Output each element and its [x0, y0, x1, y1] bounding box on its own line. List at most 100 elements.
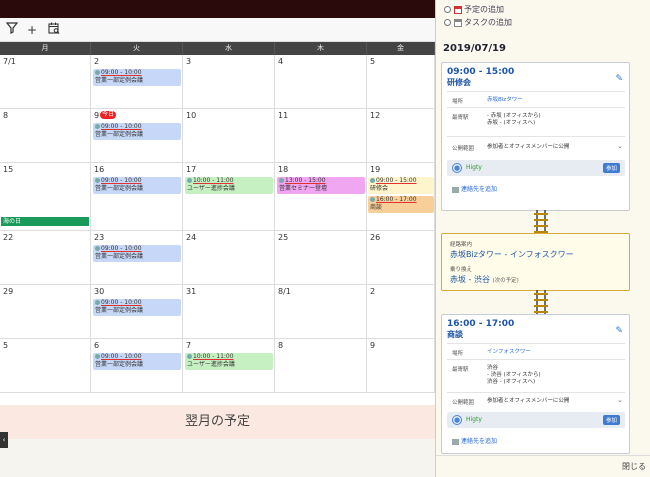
day-number: 31	[186, 287, 197, 296]
day-cell[interactable]: 25	[275, 231, 367, 285]
event-chip[interactable]: 09:00 - 10:00 営業一部定例会議	[93, 177, 181, 194]
place-link[interactable]: 赤坂Bizタワー	[487, 97, 523, 103]
edit-pencil-icon[interactable]: ✎	[615, 74, 623, 84]
event-chip[interactable]: 10:00 - 11:00 ユーザー進捗会議	[185, 353, 273, 370]
day-cell[interactable]: 5	[0, 339, 91, 393]
event-detail-card: 16:00 - 17:00 商談 ✎ 場所 インフォスクワー 最寄駅 渋谷 - …	[441, 314, 630, 454]
filter-icon[interactable]	[4, 22, 20, 38]
event-chip[interactable]: 09:00 - 10:00 営業一部定例会議	[93, 299, 181, 316]
route-value[interactable]: 赤坂Bizタワー - インフォスクワー	[450, 249, 574, 260]
place-link[interactable]: インフォスクワー	[487, 349, 531, 355]
visibility-label: 公開範囲	[452, 400, 475, 406]
join-button[interactable]: 参加	[602, 415, 620, 425]
station-to[interactable]: 渋谷 - (オフィスへ)	[487, 379, 541, 386]
divider	[447, 107, 625, 108]
station-from[interactable]: - 赤坂 (オフィスから)	[487, 113, 541, 120]
event-time-text: 09:00 - 15:00	[376, 177, 417, 184]
day-cell[interactable]: 2	[367, 285, 435, 339]
day-cell[interactable]: 17 10:00 - 11:00 ユーザー進捗会議	[183, 163, 275, 231]
day-number: 19	[370, 165, 381, 174]
transfer-row[interactable]: 赤坂 - 渋谷 (次の予定)	[450, 274, 519, 285]
avatar-icon: ●	[452, 415, 462, 425]
calendar-toolbar: +	[0, 18, 435, 42]
event-time: 09:00 - 10:00	[95, 245, 181, 253]
day-cell[interactable]: 23 09:00 - 10:00 営業一部定例会議	[91, 231, 183, 285]
day-number: 2	[370, 287, 376, 296]
event-dot-icon	[279, 178, 284, 183]
member-name[interactable]: Higty	[466, 416, 482, 423]
day-cell[interactable]: 9 今日 09:00 - 10:00 営業一部定例会議	[91, 109, 183, 163]
radio-icon	[444, 6, 451, 13]
day-cell[interactable]: 9	[367, 339, 435, 393]
calendar-icon	[454, 5, 462, 14]
day-cell[interactable]: 24	[183, 231, 275, 285]
day-cell[interactable]: 22	[0, 231, 91, 285]
add-schedule-label: 予定の追加	[464, 5, 504, 14]
day-cell[interactable]: 3	[183, 55, 275, 109]
plus-icon[interactable]: +	[24, 22, 40, 38]
contact-icon	[452, 438, 459, 445]
day-cell[interactable]: 8/1	[275, 285, 367, 339]
event-title: 営業一部定例会議	[95, 307, 144, 314]
event-chip[interactable]: 13:00 - 15:00 営業セミナー登壇	[277, 177, 365, 194]
day-cell[interactable]: 8	[0, 109, 91, 163]
day-cell[interactable]: 29	[0, 285, 91, 339]
day-number: 17	[186, 165, 197, 174]
station-to[interactable]: 赤坂 - (オフィスへ)	[487, 120, 541, 127]
event-chip[interactable]: 09:00 - 10:00 営業一部定例会議	[93, 353, 181, 370]
next-month-button[interactable]: 翌月の予定	[0, 405, 435, 439]
day-cell[interactable]: 30 09:00 - 10:00 営業一部定例会議	[91, 285, 183, 339]
day-cell[interactable]: 5	[367, 55, 435, 109]
day-number: 7	[186, 341, 192, 350]
event-chip[interactable]: 16:00 - 17:00 商談	[368, 196, 434, 213]
day-number: 15	[3, 165, 14, 174]
member-name[interactable]: Higty	[466, 164, 482, 171]
add-schedule-option[interactable]: 予定の追加	[444, 4, 504, 15]
close-button[interactable]: 閉じる	[622, 461, 646, 472]
holiday-label[interactable]: 海の日	[1, 217, 89, 226]
event-title[interactable]: 研修会	[447, 77, 471, 88]
day-number: 6	[94, 341, 100, 350]
day-cell[interactable]: 26	[367, 231, 435, 285]
day-cell[interactable]: 19 09:00 - 15:00 研修会 16:00 - 17:00 商談	[367, 163, 435, 231]
day-number: 7/1	[3, 57, 16, 66]
contact-icon	[452, 186, 459, 193]
calendar-search-icon[interactable]	[46, 22, 62, 38]
day-number: 18	[278, 165, 289, 174]
day-cell[interactable]: 4	[275, 55, 367, 109]
day-cell[interactable]: 11	[275, 109, 367, 163]
chevron-down-icon[interactable]: ⌄	[617, 396, 623, 404]
day-cell[interactable]: 16 09:00 - 10:00 営業一部定例会議	[91, 163, 183, 231]
event-time-text: 10:00 - 11:00	[193, 353, 234, 360]
day-number: 26	[370, 233, 381, 242]
add-task-option[interactable]: タスクの追加	[444, 17, 512, 28]
add-contact-link[interactable]: 連絡先を追加	[452, 436, 497, 445]
event-time: 09:00 - 10:00	[95, 299, 181, 307]
event-time-text: 16:00 - 17:00	[376, 196, 417, 203]
day-cell[interactable]: 8	[275, 339, 367, 393]
event-title[interactable]: 商談	[447, 329, 463, 340]
chevron-down-icon[interactable]: ⌄	[617, 142, 623, 150]
day-cell[interactable]: 6 09:00 - 10:00 営業一部定例会議	[91, 339, 183, 393]
day-cell[interactable]: 31	[183, 285, 275, 339]
event-chip[interactable]: 09:00 - 10:00 営業一部定例会議	[93, 245, 181, 262]
day-cell[interactable]: 10	[183, 109, 275, 163]
event-chip[interactable]: 09:00 - 10:00 営業一部定例会議	[93, 69, 181, 86]
day-cell[interactable]: 7 10:00 - 11:00 ユーザー進捗会議	[183, 339, 275, 393]
day-cell[interactable]: 7/1	[0, 55, 91, 109]
weekday-header-wed: 水	[183, 42, 275, 55]
event-time: 09:00 - 15:00	[370, 177, 434, 185]
station-from[interactable]: - 渋谷 (オフィスから)	[487, 372, 541, 379]
day-cell[interactable]: 18 13:00 - 15:00 営業セミナー登壇	[275, 163, 367, 231]
day-cell[interactable]: 12	[367, 109, 435, 163]
event-chip[interactable]: 09:00 - 10:00 営業一部定例会議	[93, 123, 181, 140]
add-contact-link[interactable]: 連絡先を追加	[452, 184, 497, 193]
event-chip[interactable]: 09:00 - 15:00 研修会	[368, 177, 434, 194]
bottom-area	[0, 439, 435, 477]
collapse-tab-icon[interactable]: ‹	[0, 432, 8, 448]
join-button[interactable]: 参加	[602, 163, 620, 173]
visibility-value: 参加者とオフィスメンバーに公開	[487, 144, 570, 150]
day-cell[interactable]: 2 09:00 - 10:00 営業一部定例会議	[91, 55, 183, 109]
edit-pencil-icon[interactable]: ✎	[615, 326, 623, 336]
event-chip[interactable]: 10:00 - 11:00 ユーザー進捗会議	[185, 177, 273, 194]
